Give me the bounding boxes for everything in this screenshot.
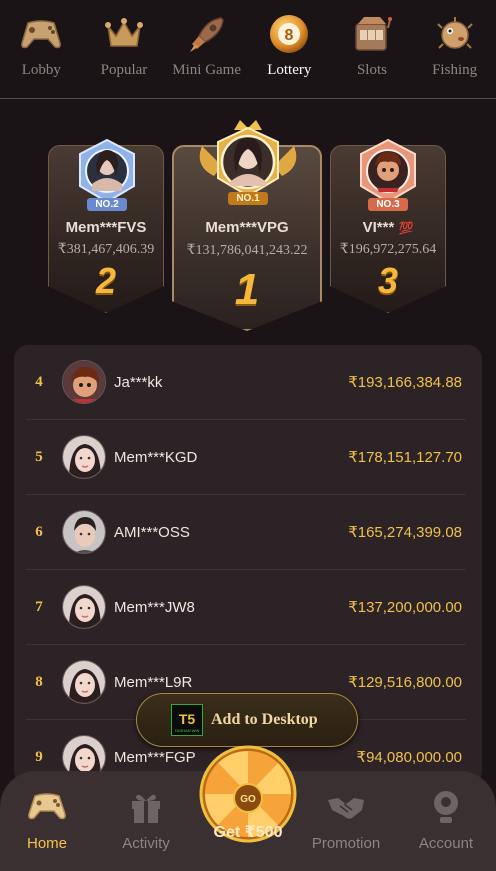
gamepad-icon bbox=[27, 787, 67, 827]
lottery-ball-icon: 8 bbox=[267, 12, 311, 56]
list-item[interactable]: 6 AMI***OSS ₹165,274,399.08 bbox=[26, 495, 466, 570]
player-amount: ₹129,516,800.00 bbox=[348, 674, 462, 691]
nav-label: Activity bbox=[122, 835, 170, 852]
nav-account[interactable]: Account bbox=[406, 787, 486, 852]
tab-slots[interactable]: Slots bbox=[332, 12, 412, 79]
list-item[interactable]: 4 Ja***kk ₹193,166,384.88 bbox=[26, 345, 466, 420]
hundred-points-icon: 💯 bbox=[398, 221, 414, 235]
podium-third-badge: NO.3 bbox=[353, 136, 423, 211]
player-amount: ₹94,080,000.00 bbox=[356, 749, 462, 766]
list-item[interactable]: 7 Mem***JW8 ₹137,200,000.00 bbox=[26, 570, 466, 645]
tab-lottery[interactable]: 8 Lottery bbox=[249, 12, 329, 79]
podium-name: Mem***VPG bbox=[205, 219, 289, 236]
crown-icon bbox=[102, 12, 146, 56]
podium-second-badge: NO.2 bbox=[72, 136, 142, 211]
tab-lobby[interactable]: Lobby bbox=[1, 12, 81, 79]
podium-tag: NO.3 bbox=[368, 198, 408, 211]
rank-number: 7 bbox=[35, 598, 43, 615]
nav-label: Promotion bbox=[311, 835, 381, 852]
player-amount: ₹193,166,384.88 bbox=[348, 374, 462, 391]
svg-text:8: 8 bbox=[285, 27, 294, 44]
avatar bbox=[62, 510, 106, 554]
podium-amount: ₹131,786,041,243.22 bbox=[186, 243, 308, 258]
player-name: Mem***JW8 bbox=[114, 598, 195, 616]
player-amount: ₹178,151,127.70 bbox=[348, 449, 462, 466]
avatar bbox=[62, 435, 106, 479]
rocket-icon bbox=[185, 12, 229, 56]
player-name: AMI***OSS bbox=[114, 523, 190, 541]
nav-label: Home bbox=[26, 835, 67, 852]
tab-label: Mini Game bbox=[172, 62, 242, 78]
nav-home[interactable]: Home bbox=[7, 787, 87, 852]
tab-label: Fishing bbox=[432, 62, 478, 78]
rank-number: 8 bbox=[35, 673, 43, 690]
tab-label: Slots bbox=[356, 62, 387, 78]
add-to-desktop-button[interactable]: T5 TASHAN WIN Add to Desktop bbox=[136, 693, 358, 747]
podium-name: Mem***FVS bbox=[65, 219, 147, 236]
podium-amount: ₹196,972,275.64 bbox=[339, 242, 437, 257]
tab-popular[interactable]: Popular bbox=[84, 12, 164, 79]
nav-label: Account bbox=[418, 835, 474, 852]
podium-amount: ₹381,467,406.39 bbox=[57, 242, 155, 257]
svg-text:TASHAN WIN: TASHAN WIN bbox=[175, 728, 200, 733]
player-name: Mem***KGD bbox=[114, 448, 198, 466]
list-item[interactable]: 5 Mem***KGD ₹178,151,127.70 bbox=[26, 420, 466, 495]
player-amount: ₹137,200,000.00 bbox=[348, 599, 462, 616]
podium-tag: NO.1 bbox=[228, 192, 268, 205]
wheel-go-label: GO bbox=[240, 794, 256, 805]
rank-number: 9 bbox=[35, 748, 43, 765]
player-name: Mem***L9R bbox=[114, 673, 193, 691]
tab-fishing[interactable]: Fishing bbox=[415, 12, 495, 79]
add-to-desktop-label: Add to Desktop bbox=[211, 711, 318, 728]
podium: Mem***FVS ₹381,467,406.39 2 NO.2 Mem***V… bbox=[0, 112, 496, 342]
tab-mini-game[interactable]: Mini Game bbox=[167, 12, 247, 79]
tab-label: Popular bbox=[100, 62, 148, 78]
podium-rank: 1 bbox=[234, 265, 260, 314]
gift-icon bbox=[126, 787, 166, 827]
rank-number: 4 bbox=[35, 373, 43, 390]
slot-machine-icon bbox=[350, 12, 394, 56]
rank-number: 5 bbox=[35, 448, 43, 465]
avatar bbox=[62, 360, 106, 404]
app-logo-icon: T5 TASHAN WIN bbox=[171, 704, 203, 736]
avatar bbox=[62, 585, 106, 629]
podium-tag: NO.2 bbox=[87, 198, 127, 211]
podium-first-badge: NO.1 bbox=[190, 116, 306, 205]
tab-label: Lobby bbox=[21, 62, 61, 78]
player-amount: ₹165,274,399.08 bbox=[348, 524, 462, 541]
pufferfish-icon bbox=[433, 12, 477, 56]
gamepad-icon bbox=[19, 12, 63, 56]
svg-text:T5: T5 bbox=[179, 711, 196, 727]
tab-label: Lottery bbox=[267, 62, 312, 78]
podium-name: VI*** 💯 bbox=[362, 219, 414, 236]
wheel-reward-label: Get ₹500 bbox=[213, 824, 283, 841]
handshake-icon bbox=[326, 787, 366, 827]
rank-number: 6 bbox=[35, 523, 43, 540]
nav-promotion[interactable]: Promotion bbox=[306, 787, 386, 852]
player-name: Ja***kk bbox=[114, 373, 163, 391]
podium-rank: 2 bbox=[95, 260, 117, 301]
user-icon bbox=[426, 787, 466, 827]
category-tabs: Lobby Popular Mini Game 8 Lottery Slots … bbox=[0, 0, 496, 99]
avatar bbox=[62, 660, 106, 704]
podium-rank: 3 bbox=[377, 260, 399, 301]
nav-activity[interactable]: Activity bbox=[106, 787, 186, 852]
